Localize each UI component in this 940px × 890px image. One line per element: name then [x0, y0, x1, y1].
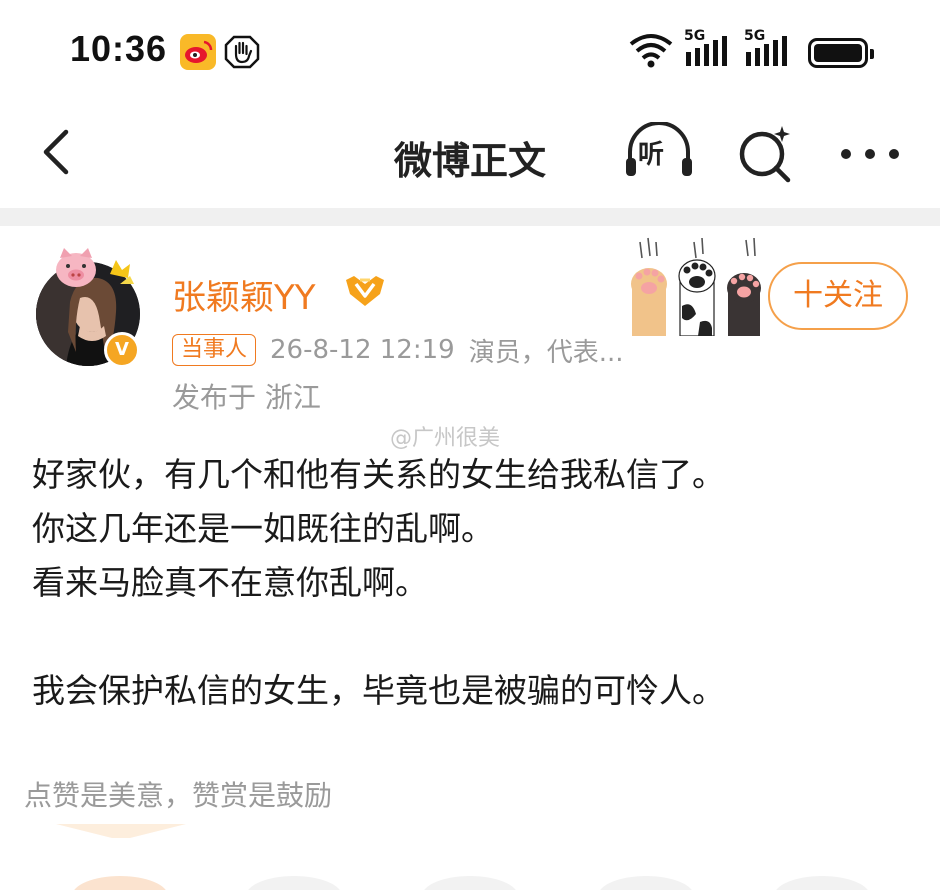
post-card: V 张颖颖YY 当事人 26-8-12 12:19 演员，代表... 发布于 浙… — [0, 226, 940, 890]
signal-icon: 5G — [744, 28, 796, 70]
page-title: 微博正文 — [393, 139, 546, 183]
content-line: 我会保护私信的女生，毕竟也是被骗的可怜人。 — [32, 671, 725, 710]
post-location: 发布于 浙江 — [172, 381, 321, 414]
weibo-icon — [180, 34, 216, 70]
content-line: 看来马脸真不在意你乱啊。 — [32, 563, 428, 602]
cat-paw-icon — [631, 237, 761, 336]
role-tag: 当事人 — [172, 334, 257, 366]
reward-prompt: 点赞是美意，赞赏是鼓励 — [24, 779, 333, 812]
section-divider — [0, 208, 940, 226]
status-bar: 10:36 5G 5G — [0, 0, 940, 100]
top-nav-bar: 微博正文 听 — [0, 100, 940, 208]
content-line: 好家伙，有几个和他有关系的女生给我私信了。 — [32, 455, 725, 494]
follow-button[interactable]: 十关注 — [768, 262, 908, 330]
author-description: 演员，代表... — [468, 337, 624, 368]
hand-icon — [224, 34, 260, 70]
vip-badge-icon[interactable] — [344, 274, 386, 308]
signal-icon: 5G — [684, 28, 736, 70]
avatar[interactable]: V — [36, 248, 146, 372]
wifi-icon — [629, 34, 673, 68]
content-line: 你这几年还是一如既往的乱啊。 — [32, 509, 494, 548]
listen-label: 听 — [638, 140, 665, 170]
content-line — [32, 610, 912, 664]
pig-decoration-icon — [56, 248, 134, 287]
clock: 10:36 — [70, 28, 168, 69]
more-icon[interactable] — [838, 146, 902, 162]
post-meta: 当事人 26-8-12 12:19 演员，代表... — [172, 330, 623, 370]
post-content: 好家伙，有几个和他有关系的女生给我私信了。 你这几年还是一如既往的乱啊。 看来马… — [32, 448, 912, 718]
pointer-triangle — [56, 824, 186, 838]
battery-icon — [808, 38, 874, 68]
post-timestamp: 26-8-12 12:19 — [270, 335, 455, 365]
author-name[interactable]: 张颖颖YY — [172, 270, 316, 319]
verified-icon: V — [104, 332, 140, 368]
search-icon[interactable] — [736, 124, 796, 184]
listen-button[interactable]: 听 — [624, 122, 694, 182]
reward-options-row — [74, 876, 868, 890]
